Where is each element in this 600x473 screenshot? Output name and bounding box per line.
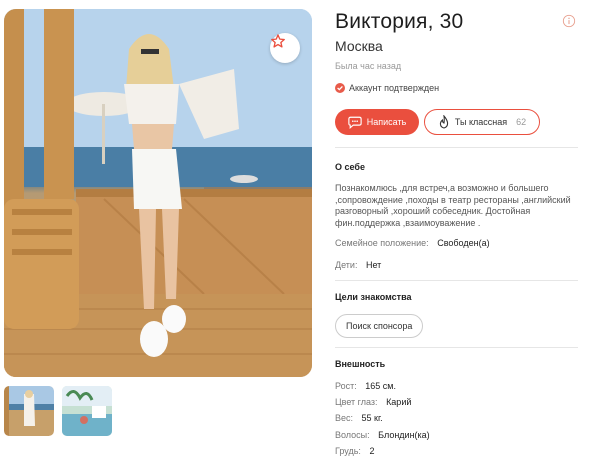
profile-photo[interactable] (4, 9, 312, 377)
hair-value: Блондин(ка) (378, 430, 430, 440)
breast-row: Грудь: 2 (335, 446, 374, 456)
flame-icon (439, 115, 448, 129)
write-message-button[interactable]: Написать (335, 109, 419, 135)
weight-row: Вес: 55 кг. (335, 413, 383, 423)
marital-status-row: Семейное положение: Свободен(а) (335, 238, 490, 248)
marital-status-value: Свободен(а) (437, 238, 490, 248)
hair-row: Волосы: Блондин(ка) (335, 430, 430, 440)
height-row: Рост: 165 см. (335, 381, 396, 391)
marital-status-label: Семейное положение: (335, 238, 429, 248)
hair-label: Волосы: (335, 430, 370, 440)
appearance-title: Внешность (335, 359, 386, 369)
photo-illustration (4, 9, 312, 377)
kids-row: Дети: Нет (335, 260, 381, 270)
compliment-button[interactable]: Ты классная 62 (424, 109, 540, 135)
verified-badge: Аккаунт подтвержден (335, 83, 439, 93)
check-icon (335, 83, 345, 93)
goal-chip[interactable]: Поиск спонсора (335, 314, 424, 338)
weight-value: 55 кг. (361, 413, 383, 423)
goals-title: Цели знакомства (335, 292, 412, 302)
photo-thumbnail[interactable] (2, 384, 56, 438)
write-message-label: Написать (366, 117, 407, 127)
breast-value: 2 (369, 446, 375, 456)
breast-label: Грудь: (335, 446, 361, 456)
thumbnail-image (62, 386, 112, 436)
chat-icon (348, 116, 362, 129)
profile-name-age: Виктория, 30 (335, 10, 464, 33)
info-icon[interactable] (562, 14, 576, 28)
divider (335, 147, 578, 148)
eye-color-label: Цвет глаз: (335, 397, 378, 407)
height-label: Рост: (335, 381, 357, 391)
divider (335, 280, 578, 281)
thumbnail-image (4, 386, 54, 436)
favorite-button[interactable] (270, 33, 300, 63)
compliment-count: 62 (516, 117, 527, 127)
eye-color-value: Карий (386, 397, 412, 407)
kids-label: Дети: (335, 260, 358, 270)
about-text: Познакомлюсь ,для встреч,а возможно и бо… (335, 183, 571, 228)
verified-label: Аккаунт подтвержден (349, 83, 440, 93)
star-icon (271, 34, 285, 48)
photo-thumbnail[interactable] (62, 386, 112, 436)
divider (335, 347, 578, 348)
height-value: 165 см. (365, 381, 396, 391)
about-title: О себе (335, 162, 365, 172)
kids-value: Нет (365, 260, 382, 270)
last-seen-status: Была час назад (335, 61, 402, 71)
weight-label: Вес: (335, 413, 354, 423)
compliment-label: Ты классная (454, 117, 508, 127)
eye-color-row: Цвет глаз: Карий (335, 397, 411, 407)
profile-city: Москва (335, 38, 383, 54)
